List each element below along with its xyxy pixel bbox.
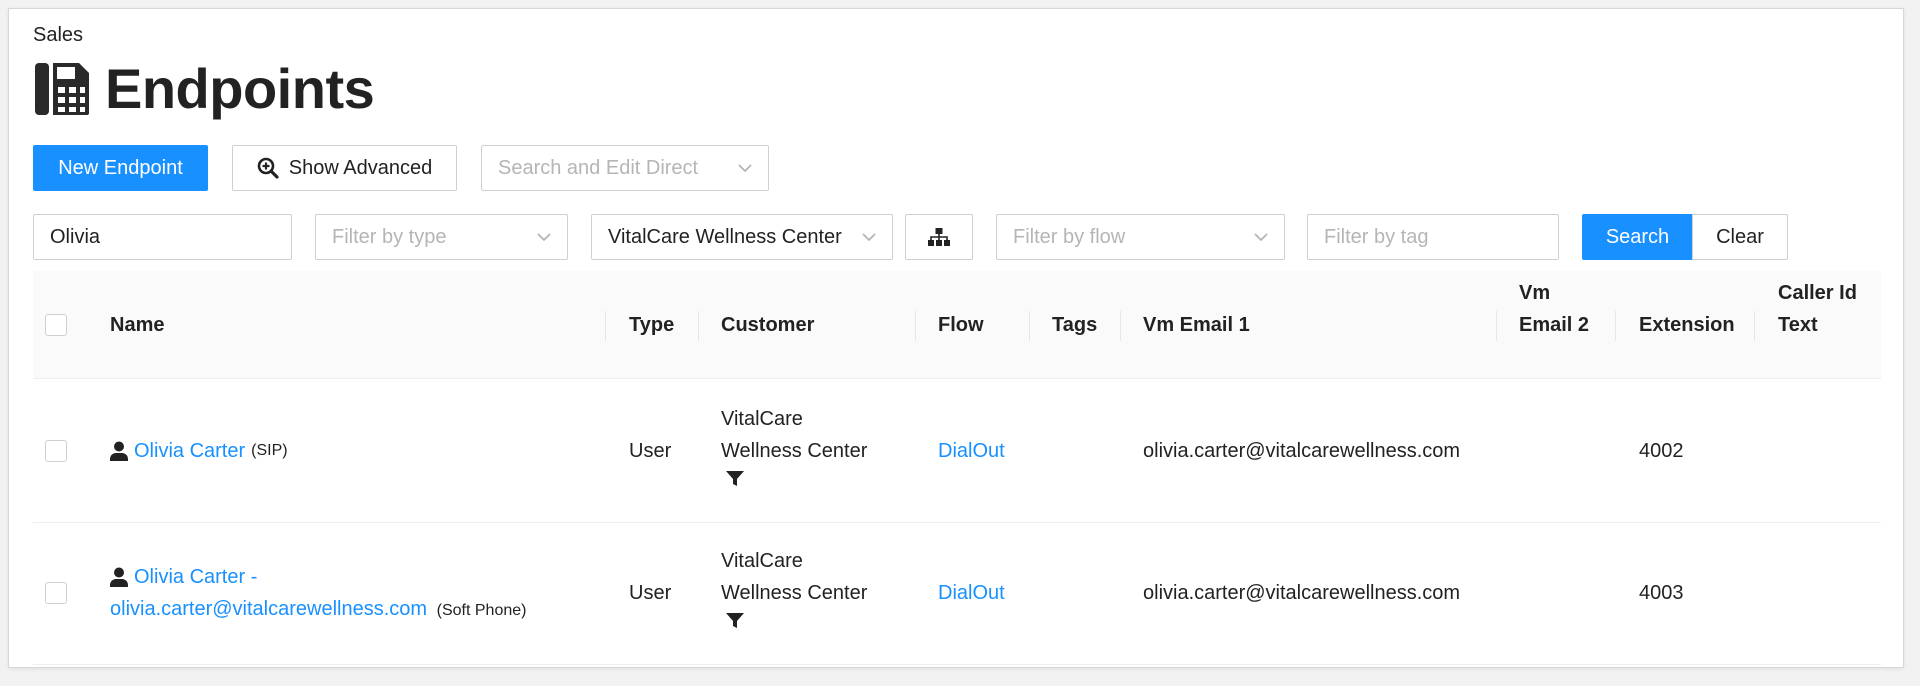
column-divider xyxy=(1754,311,1755,341)
column-divider xyxy=(1120,311,1121,341)
column-divider xyxy=(1615,311,1616,341)
flow-link[interactable]: DialOut xyxy=(938,435,1005,467)
vm-email-1-cell: olivia.carter@vitalcarewellness.com xyxy=(1143,440,1461,462)
customer-line2: Wellness Center xyxy=(721,582,868,604)
show-advanced-button[interactable]: Show Advanced xyxy=(232,145,457,191)
customer-filter-select[interactable]: VitalCare Wellness Center xyxy=(591,214,893,260)
filter-icon[interactable] xyxy=(726,613,744,629)
column-divider xyxy=(698,311,699,341)
extension-cell: 4003 xyxy=(1639,582,1684,604)
user-icon xyxy=(110,567,128,587)
chevron-down-icon xyxy=(1254,233,1268,242)
customer-line2: Wellness Center xyxy=(721,440,868,462)
table-header: Name Type Customer Flow Tags Vm Email 1 … xyxy=(33,271,1881,379)
flow-filter-placeholder: Filter by flow xyxy=(1013,225,1126,248)
flow-link[interactable]: DialOut xyxy=(938,577,1005,609)
type-filter-placeholder: Filter by type xyxy=(332,225,447,248)
vm-email-1-cell: olivia.carter@vitalcarewellness.com xyxy=(1143,582,1461,604)
column-header-customer[interactable]: Customer xyxy=(721,309,814,341)
column-header-vm-email-2-line2: Email 2 xyxy=(1519,314,1590,336)
breadcrumb[interactable]: Sales xyxy=(33,24,83,47)
column-header-caller-id-line2: Text xyxy=(1778,314,1818,336)
endpoint-kind: (SIP) xyxy=(251,442,288,459)
customer-filter-value: VitalCare Wellness Center xyxy=(608,225,842,248)
page-title: Endpoints xyxy=(105,57,375,120)
column-header-caller-id-line1: Caller Id xyxy=(1778,282,1857,304)
column-header-flow[interactable]: Flow xyxy=(938,309,984,341)
table-row[interactable]: Olivia Carter (SIP) User VitalCare Welln… xyxy=(33,381,1881,523)
row-checkbox[interactable] xyxy=(45,440,67,462)
customer-cell: VitalCare Wellness Center xyxy=(721,403,867,487)
column-divider xyxy=(1496,311,1497,341)
customer-line1: VitalCare xyxy=(721,550,803,572)
user-icon xyxy=(110,441,128,461)
endpoint-kind: (Soft Phone) xyxy=(436,602,527,619)
type-cell: User xyxy=(629,440,672,462)
endpoint-name-line2: olivia.carter@vitalcarewellness.com (Sof… xyxy=(110,593,526,627)
hierarchy-button[interactable] xyxy=(905,214,973,260)
endpoint-name-link-continued[interactable]: olivia.carter@vitalcarewellness.com xyxy=(110,598,427,620)
phone-fax-icon xyxy=(35,63,89,115)
chevron-down-icon xyxy=(537,233,551,242)
sitemap-icon xyxy=(928,228,950,246)
customer-line1: VitalCare xyxy=(721,408,803,430)
endpoint-name-cell: Olivia Carter (SIP) xyxy=(110,435,288,467)
flow-filter-select[interactable]: Filter by flow xyxy=(996,214,1285,260)
chevron-down-icon xyxy=(738,164,752,173)
column-header-vm-email-2[interactable]: Vm Email 2 xyxy=(1519,277,1589,341)
column-header-vm-email-1[interactable]: Vm Email 1 xyxy=(1143,309,1250,341)
column-header-vm-email-2-line1: Vm xyxy=(1519,282,1551,304)
search-edit-direct-select[interactable]: Search and Edit Direct xyxy=(481,145,769,191)
column-header-name[interactable]: Name xyxy=(110,309,164,341)
endpoint-name-link[interactable]: Olivia Carter xyxy=(134,435,245,467)
show-advanced-label: Show Advanced xyxy=(288,156,433,179)
name-filter-value: Olivia xyxy=(50,225,101,248)
column-header-extension[interactable]: Extension xyxy=(1639,309,1735,341)
row-checkbox[interactable] xyxy=(45,582,67,604)
filter-icon[interactable] xyxy=(726,471,744,487)
column-divider xyxy=(605,311,606,341)
column-header-tags[interactable]: Tags xyxy=(1052,309,1097,341)
select-all-checkbox[interactable] xyxy=(45,314,67,336)
clear-button[interactable]: Clear xyxy=(1692,214,1788,260)
type-cell: User xyxy=(629,582,672,604)
column-header-type[interactable]: Type xyxy=(629,309,674,341)
new-endpoint-button[interactable]: New Endpoint xyxy=(33,145,208,191)
tag-filter-input[interactable]: Filter by tag xyxy=(1307,214,1559,260)
name-filter-input[interactable]: Olivia xyxy=(33,214,292,260)
app-window: Sales Endpoints New Endpoint Show Advanc… xyxy=(8,8,1904,668)
search-button[interactable]: Search xyxy=(1582,214,1693,260)
column-header-caller-id-text[interactable]: Caller Id Text xyxy=(1778,277,1857,341)
column-divider xyxy=(1029,311,1030,341)
page-header: Endpoints xyxy=(33,57,375,121)
type-filter-select[interactable]: Filter by type xyxy=(315,214,568,260)
chevron-down-icon xyxy=(862,233,876,242)
endpoint-name-link[interactable]: Olivia Carter - xyxy=(134,561,257,593)
extension-cell: 4002 xyxy=(1639,440,1684,462)
tag-filter-placeholder: Filter by tag xyxy=(1324,225,1429,248)
table-row[interactable]: Olivia Carter - olivia.carter@vitalcarew… xyxy=(33,523,1881,665)
zoom-in-icon xyxy=(257,157,279,179)
endpoint-name-line1: Olivia Carter - xyxy=(110,561,526,593)
column-divider xyxy=(915,311,916,341)
customer-cell: VitalCare Wellness Center xyxy=(721,545,867,629)
endpoint-name-cell: Olivia Carter - olivia.carter@vitalcarew… xyxy=(110,561,526,627)
search-edit-direct-placeholder: Search and Edit Direct xyxy=(498,156,699,179)
